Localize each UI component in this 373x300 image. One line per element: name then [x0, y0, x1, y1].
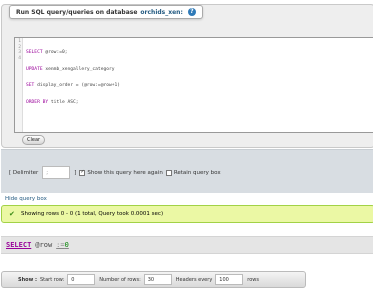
query-options-bar: [ Delimiter ; ] ✓ Show this query here a…	[1, 149, 373, 193]
options-row: [ Delimiter ; ] ✓ Show this query here a…	[9, 166, 221, 179]
number-of-rows-label: Number of rows:	[99, 276, 141, 283]
code-keyword: SELECT	[26, 50, 43, 55]
start-row-label: Start row:	[39, 276, 65, 283]
result-text: Showing rows 0 - 0 (1 total, Query took …	[21, 211, 164, 217]
success-check-icon: ✔	[9, 210, 15, 218]
code-keyword: ORDER BY	[26, 99, 49, 105]
database-name: orchids_xen:	[140, 8, 183, 16]
sql-query-fieldset: Run SQL query/queries on database orchid…	[1, 4, 373, 148]
retain-query-label[interactable]: Retain query box	[174, 170, 221, 176]
code-line: SELECT @row:=0;	[26, 50, 120, 56]
start-row-input[interactable]: 0	[67, 274, 96, 285]
success-message: ✔ Showing rows 0 - 0 (1 total, Query too…	[1, 205, 373, 223]
hide-query-box-link[interactable]: Hide query box	[5, 196, 47, 202]
delimiter-label: [ Delimiter	[9, 169, 39, 176]
code-line: UPDATE xenmb_xengallery_category	[26, 67, 120, 73]
code-text: title ASC;	[48, 99, 79, 105]
retain-query-checkbox[interactable]	[165, 169, 172, 176]
delimiter-close-bracket: ]	[74, 169, 77, 176]
results-navigation-bar: Show : Start row: 0 Number of rows: 30 H…	[1, 271, 306, 288]
code-line: ORDER BY title ASC;	[26, 100, 120, 106]
code-text: @row:=0;	[42, 50, 68, 55]
sql-box-legend: Run SQL query/queries on database orchid…	[9, 5, 203, 19]
sql-code: SELECT @row:=0; UPDATE xenmb_xengallery_…	[26, 39, 120, 116]
help-icon[interactable]: ?	[187, 8, 196, 16]
executed-sql-display: SELECT @row :=0	[1, 236, 373, 254]
clear-button[interactable]: Clear	[22, 135, 46, 145]
headers-every-input[interactable]: 100	[215, 274, 244, 285]
show-again-label[interactable]: Show this query here again	[87, 170, 162, 176]
sql-value: 0	[64, 241, 69, 249]
line-numbers: 1 2 3 4	[18, 39, 21, 61]
code-text: xenmb_xengallery_category	[42, 66, 115, 72]
number-of-rows-input[interactable]: 30	[143, 274, 172, 285]
sql-operator: :=	[56, 241, 65, 249]
sql-operator-link[interactable]: :=0	[56, 241, 69, 249]
sql-variable: @row	[35, 241, 53, 249]
rows-suffix-label: rows	[247, 276, 259, 283]
sql-keyword-link[interactable]: SELECT	[6, 241, 31, 249]
show-again-checkbox[interactable]: ✓	[79, 169, 86, 176]
line-number-gutter: 1 2 3 4	[15, 38, 23, 132]
delimiter-input[interactable]: ;	[42, 166, 71, 179]
code-text: display_order = (@row:=@row+1)	[34, 83, 121, 88]
legend-text: Run SQL query/queries on database	[16, 8, 138, 16]
code-line: SET display_order = (@row:=@row+1)	[26, 83, 120, 89]
code-keyword: UPDATE	[26, 66, 43, 72]
sql-query-editor[interactable]: 1 2 3 4 SELECT @row:=0; UPDATE xenmb_xen…	[14, 37, 373, 133]
show-label: Show :	[18, 276, 37, 283]
headers-every-label: Headers every	[175, 276, 213, 283]
